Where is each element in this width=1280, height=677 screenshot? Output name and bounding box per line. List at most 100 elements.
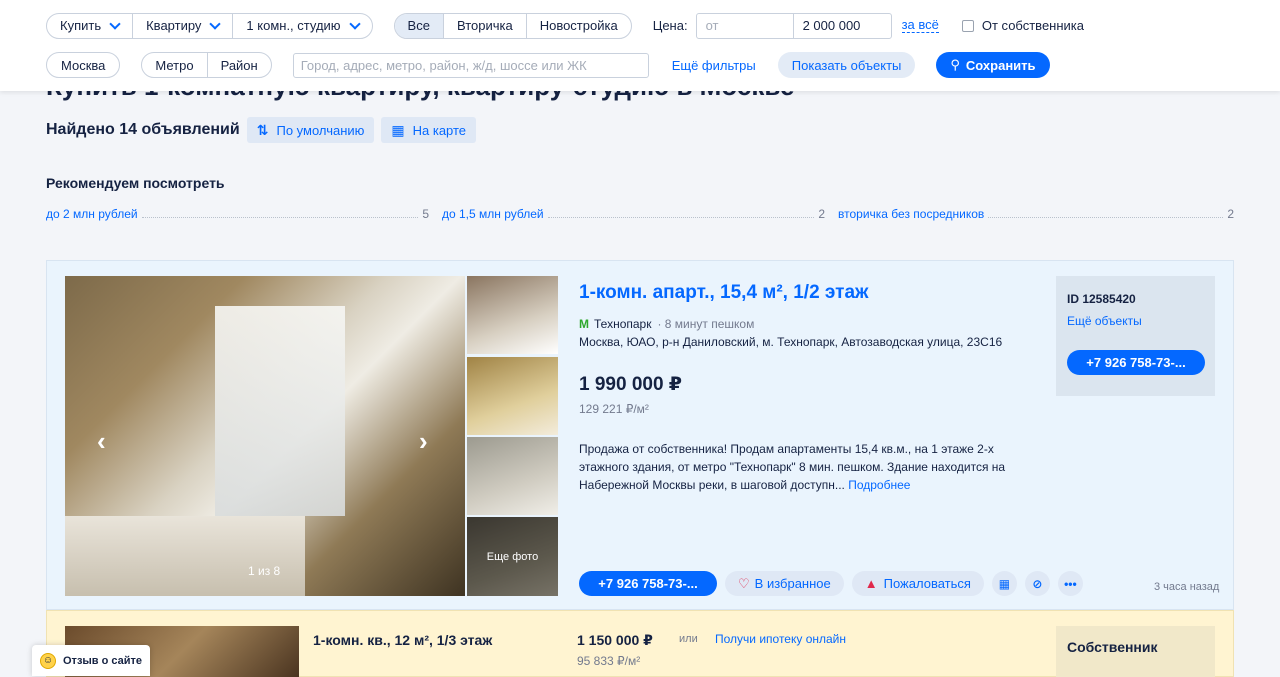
warning-icon: ▲ xyxy=(864,576,878,591)
price-to-input[interactable] xyxy=(793,13,891,38)
listing-card[interactable]: 1-комн. кв., 12 м², 1/3 этаж 1 150 000 ₽… xyxy=(46,610,1234,677)
favorite-label: В избранное xyxy=(754,576,831,591)
dotted-leader xyxy=(988,209,1224,218)
hide-eye-icon[interactable]: ⊘ xyxy=(1024,571,1050,596)
metro-info: М Технопарк · 8 минут пешком xyxy=(579,317,754,331)
listing-actions: +7 926 758-73-... ♡ В избранное ▲ Пожало… xyxy=(579,571,1083,596)
tab-new-building[interactable]: Новостройка xyxy=(527,14,631,38)
filter-row-1: Купить Квартиру 1 комн., студию Все Втор… xyxy=(46,12,1084,39)
more-objects-link[interactable]: Ещё объекты xyxy=(1067,314,1142,328)
price-label: Цена: xyxy=(652,18,688,33)
recommend-count: 5 xyxy=(422,207,429,221)
owner-label: Собственник xyxy=(1067,639,1158,655)
recommend-list: до 2 млн рублей 5 до 1,5 млн рублей 2 втор… xyxy=(46,207,1234,221)
market-tabs: Все Вторичка Новостройка xyxy=(393,12,632,39)
listing-card[interactable]: ‹ › 1 из 8 Еще фото 1-комн. апарт., 15,4… xyxy=(46,260,1234,610)
chevron-down-icon xyxy=(209,17,222,30)
side-phone-button[interactable]: +7 926 758-73-... xyxy=(1067,350,1205,375)
metro-icon: М xyxy=(579,317,589,331)
owner-checkbox[interactable]: От собственника xyxy=(961,18,1084,33)
sort-label: По умолчанию xyxy=(276,122,365,138)
price-per-meter: 95 833 ₽/м² xyxy=(577,654,641,668)
complain-label: Пожаловаться xyxy=(883,576,971,591)
tab-secondary[interactable]: Вторичка xyxy=(444,13,527,38)
map-label: На карте xyxy=(412,122,467,138)
chevron-down-icon xyxy=(109,17,121,30)
more-options-icon[interactable]: ••• xyxy=(1057,571,1083,596)
filter-bar: Купить Квартиру 1 комн., студию Все Втор… xyxy=(0,0,1280,91)
price-unit-link[interactable]: за всё xyxy=(901,18,939,33)
feedback-label: Отзыв о сайте xyxy=(63,654,143,667)
dotted-leader xyxy=(547,209,815,218)
listing-id: ID 12585420 xyxy=(1067,292,1136,306)
tab-all[interactable]: Все xyxy=(394,13,444,38)
deal-dropdown[interactable]: Купить xyxy=(47,13,134,38)
results-count: Найдено 14 объявлений xyxy=(46,121,240,138)
owner-panel: Собственник xyxy=(1056,626,1215,677)
more-filters-link[interactable]: Ещё фильтры xyxy=(672,58,756,73)
tab-metro[interactable]: Метро xyxy=(142,53,208,77)
photo-thumbnail[interactable] xyxy=(467,276,558,354)
metro-walk-time: · 8 минут пешком xyxy=(657,317,755,331)
save-search-button[interactable]: ⚲ Сохранить xyxy=(936,52,1050,78)
price-range xyxy=(695,12,892,39)
tab-district[interactable]: Район xyxy=(208,53,271,77)
listing-price: 1 990 000 ₽ xyxy=(579,374,683,395)
recommend-link[interactable]: до 1,5 млн рублей xyxy=(442,207,544,221)
recommend-item[interactable]: до 1,5 млн рублей 2 xyxy=(442,207,838,221)
deal-type-selector: Купить Квартиру 1 комн., студию xyxy=(46,12,373,39)
listing-price: 1 150 000 ₽ xyxy=(577,632,653,648)
recommend-item[interactable]: до 2 млн рублей 5 xyxy=(46,207,442,221)
more-photos-label: Еще фото xyxy=(467,517,558,596)
property-type-dropdown[interactable]: Квартиру xyxy=(133,13,234,38)
chevron-right-icon[interactable]: › xyxy=(419,426,428,457)
recommend-link[interactable]: вторичка без посредников xyxy=(838,207,984,221)
main-photo[interactable]: ‹ › 1 из 8 xyxy=(65,276,465,596)
deal-label: Купить xyxy=(60,18,102,33)
read-more-link[interactable]: Подробнее xyxy=(848,478,910,492)
filter-row-2: Москва Метро Район Ещё фильтры Показать … xyxy=(46,52,1050,78)
more-photos-thumbnail[interactable]: Еще фото xyxy=(467,517,558,596)
photo-thumbnail[interactable] xyxy=(467,437,558,515)
price-from-input[interactable] xyxy=(696,13,794,38)
location-tabs: Метро Район xyxy=(141,52,272,78)
search-save-icon: ⚲ xyxy=(950,57,960,72)
smile-icon: ☺ xyxy=(40,652,56,669)
chevron-left-icon[interactable]: ‹ xyxy=(97,426,106,457)
search-input[interactable] xyxy=(292,52,649,78)
recommend-title: Рекомендуем посмотреть xyxy=(46,175,225,191)
recommend-count: 2 xyxy=(818,207,825,221)
metro-station: Технопарк xyxy=(594,317,652,331)
agent-panel: ID 12585420 Ещё объекты +7 926 758-73-..… xyxy=(1056,276,1215,396)
listing-title[interactable]: 1-комн. кв., 12 м², 1/3 этаж xyxy=(313,632,492,648)
price-per-meter: 129 221 ₽/м² xyxy=(579,402,649,416)
published-time: 3 часа назад xyxy=(1154,581,1220,593)
map-button[interactable]: ▦ На карте xyxy=(381,117,477,143)
mortgage-link[interactable]: Получи ипотеку онлайн xyxy=(715,632,846,646)
rooms-label: 1 комн., студию xyxy=(246,18,341,33)
listing-title[interactable]: 1-комн. апарт., 15,4 м², 1/2 этаж xyxy=(579,282,869,304)
show-objects-button[interactable]: Показать объекты xyxy=(777,52,916,78)
sort-button[interactable]: ⇅ По умолчанию xyxy=(246,117,375,143)
description-text: Продажа от собственника! Продам апартаме… xyxy=(579,442,1006,492)
results-bar: Найдено 14 объявлений ⇅ По умолчанию ▦ Н… xyxy=(46,117,477,143)
photo-bed xyxy=(65,516,305,596)
checkbox-icon xyxy=(961,19,974,32)
sort-arrows-icon: ⇅ xyxy=(256,121,269,138)
region-button[interactable]: Москва xyxy=(46,52,121,78)
feedback-button[interactable]: ☺ Отзыв о сайте xyxy=(32,645,150,676)
map-icon[interactable]: ▦ xyxy=(991,571,1017,596)
rooms-dropdown[interactable]: 1 комн., студию xyxy=(233,14,371,38)
complain-button[interactable]: ▲ Пожаловаться xyxy=(851,571,984,596)
listing-address: Москва, ЮАО, р-н Даниловский, м. Технопа… xyxy=(579,335,1003,349)
property-type-label: Квартиру xyxy=(146,18,202,33)
favorite-button[interactable]: ♡ В избранное xyxy=(725,571,844,596)
recommend-count: 2 xyxy=(1227,207,1234,221)
recommend-link[interactable]: до 2 млн рублей xyxy=(46,207,138,221)
photo-window xyxy=(215,306,345,516)
recommend-item[interactable]: вторичка без посредников 2 xyxy=(838,207,1234,221)
show-phone-button[interactable]: +7 926 758-73-... xyxy=(579,571,717,596)
photo-thumbnail[interactable] xyxy=(467,357,558,435)
save-search-label: Сохранить xyxy=(965,57,1036,73)
map-icon: ▦ xyxy=(391,121,405,138)
